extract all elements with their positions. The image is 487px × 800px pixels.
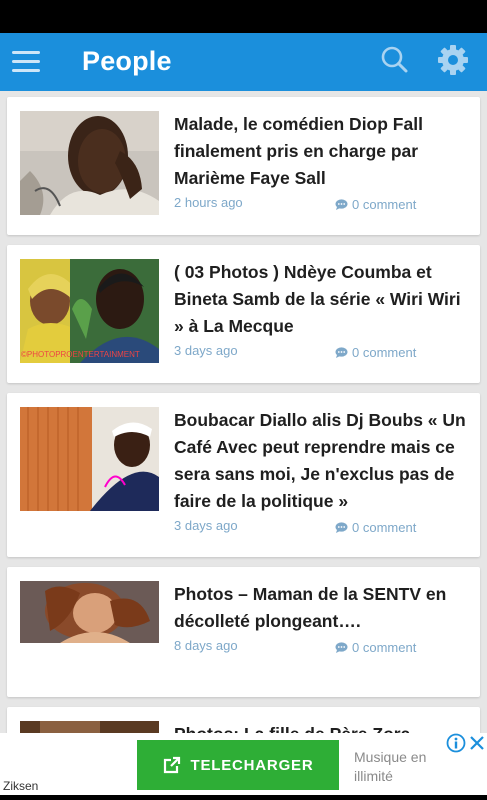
- download-button[interactable]: TELECHARGER: [137, 740, 339, 790]
- gear-icon[interactable]: [436, 43, 470, 77]
- comment-count-link[interactable]: 0 comment: [335, 345, 416, 360]
- navigation-bar-edge: [0, 795, 487, 800]
- article-timestamp: 2 hours ago: [174, 195, 243, 210]
- article-title[interactable]: Malade, le comédien Diop Fall finalement…: [174, 111, 474, 192]
- article-thumbnail[interactable]: [20, 111, 159, 215]
- article-card[interactable]: Photos: La fille de Père Zora: [7, 707, 480, 733]
- article-card[interactable]: Malade, le comédien Diop Fall finalement…: [7, 97, 480, 235]
- article-card[interactable]: ©PHOTOPROENTERTAINMENT ( 03 Photos ) Ndè…: [7, 245, 480, 383]
- comment-bubble-icon: [335, 522, 348, 533]
- article-title[interactable]: Photos: La fille de Père Zora: [174, 721, 474, 733]
- comment-bubble-icon: [335, 347, 348, 358]
- article-title[interactable]: Boubacar Diallo alis Dj Boubs « Un Café …: [174, 407, 474, 515]
- article-card[interactable]: Photos – Maman de la SENTV en décolleté …: [7, 567, 480, 697]
- app-bar: People: [0, 33, 487, 91]
- page-title: People: [82, 46, 172, 76]
- comment-bubble-icon: [335, 642, 348, 653]
- comment-count-link[interactable]: 0 comment: [335, 197, 416, 212]
- article-thumbnail[interactable]: [20, 721, 159, 733]
- comment-bubble-icon: [335, 199, 348, 210]
- external-link-icon: [163, 756, 180, 774]
- ad-tagline: Musique en illimité: [354, 749, 427, 784]
- article-thumbnail[interactable]: [20, 581, 159, 643]
- status-bar: [0, 0, 487, 33]
- comment-count: 0 comment: [352, 197, 417, 212]
- article-thumbnail[interactable]: ©PHOTOPROENTERTAINMENT: [20, 259, 159, 363]
- download-button-label: TELECHARGER: [190, 756, 314, 774]
- article-timestamp: 3 days ago: [174, 518, 238, 533]
- hamburger-menu-icon[interactable]: [12, 51, 42, 75]
- article-thumbnail[interactable]: [20, 407, 159, 511]
- comment-count: 0 comment: [352, 345, 417, 360]
- comment-count-link[interactable]: 0 comment: [335, 640, 416, 655]
- search-icon[interactable]: [380, 44, 410, 78]
- comment-count: 0 comment: [352, 640, 417, 655]
- article-feed[interactable]: Malade, le comédien Diop Fall finalement…: [0, 91, 487, 733]
- comment-count-link[interactable]: 0 comment: [335, 520, 416, 535]
- ad-brand: Ziksen: [3, 779, 39, 793]
- article-card[interactable]: Boubacar Diallo alis Dj Boubs « Un Café …: [7, 393, 480, 557]
- article-timestamp: 3 days ago: [174, 343, 238, 358]
- info-icon[interactable]: [446, 733, 466, 753]
- comment-count: 0 comment: [352, 520, 417, 535]
- article-timestamp: 8 days ago: [174, 638, 238, 653]
- ad-banner[interactable]: TELECHARGER Musique en illimité Ziksen: [0, 733, 487, 795]
- article-title[interactable]: Photos – Maman de la SENTV en décolleté …: [174, 581, 474, 635]
- close-icon[interactable]: [468, 733, 486, 753]
- photo-watermark: ©PHOTOPROENTERTAINMENT: [21, 350, 140, 359]
- article-title[interactable]: ( 03 Photos ) Ndèye Coumba et Bineta Sam…: [174, 259, 474, 340]
